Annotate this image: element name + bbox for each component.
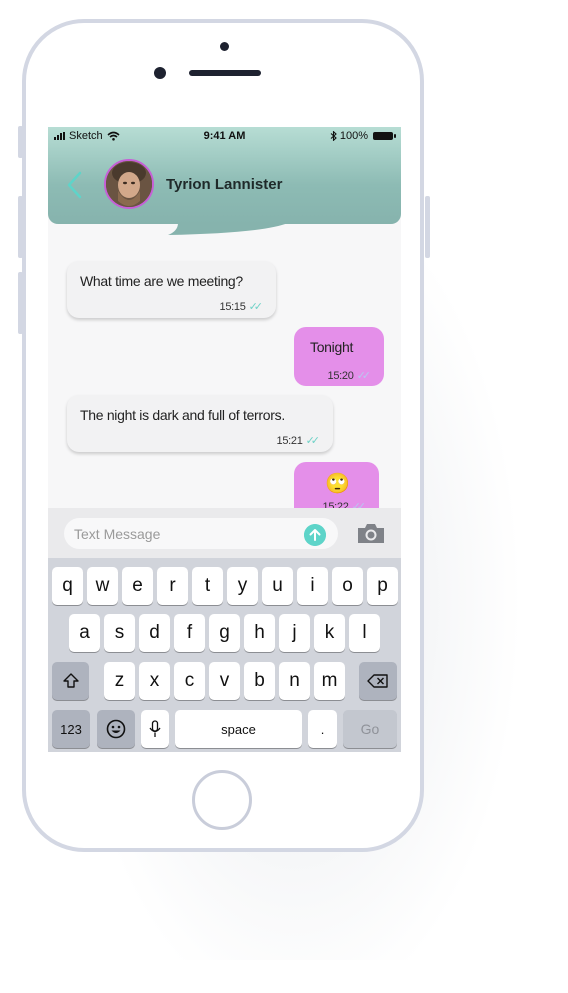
key-s[interactable]: s (104, 614, 135, 652)
home-button[interactable] (192, 770, 252, 830)
key-h[interactable]: h (244, 614, 275, 652)
dictation-key[interactable] (141, 710, 169, 748)
contact-name[interactable]: Tyrion Lannister (166, 176, 282, 193)
key-f[interactable]: f (174, 614, 205, 652)
key-e[interactable]: e (122, 567, 153, 605)
microphone-icon (149, 720, 161, 737)
key-l[interactable]: l (349, 614, 380, 652)
key-c[interactable]: c (174, 662, 205, 700)
go-key[interactable]: Go (343, 710, 397, 748)
back-chevron-icon[interactable] (62, 165, 88, 205)
emoji-key[interactable] (97, 710, 135, 748)
message-time: 15:21 (276, 434, 303, 447)
battery-icon (373, 132, 396, 140)
power-button (425, 196, 430, 258)
message-bubble-incoming[interactable]: What time are we meeting? 15:15 ✓✓ (67, 261, 276, 318)
key-j[interactable]: j (279, 614, 310, 652)
key-q[interactable]: q (52, 567, 83, 605)
key-n[interactable]: n (279, 662, 310, 700)
numbers-key[interactable]: 123 (52, 710, 90, 748)
camera-icon[interactable] (356, 521, 386, 545)
message-text: What time are we meeting? (80, 273, 243, 289)
message-bubble-incoming[interactable]: The night is dark and full of terrors. 1… (67, 395, 333, 452)
message-bubble-outgoing[interactable]: Tonight 15:20 ✓✓ (294, 327, 384, 386)
key-b[interactable]: b (244, 662, 275, 700)
message-text: Tonight (310, 339, 354, 355)
key-k[interactable]: k (314, 614, 345, 652)
phone-screen: Sketch 9:41 AM 100% Tyrion Lannister Wha… (48, 127, 401, 752)
delete-key[interactable] (359, 662, 397, 700)
key-i[interactable]: i (297, 567, 328, 605)
message-time: 15:15 (219, 300, 246, 313)
key-v[interactable]: v (209, 662, 240, 700)
key-p[interactable]: p (367, 567, 398, 605)
header-tail (168, 223, 288, 235)
read-receipt-icon: ✓✓ (248, 301, 264, 313)
key-m[interactable]: m (314, 662, 345, 700)
shift-key[interactable] (52, 662, 89, 700)
space-key[interactable]: space (175, 710, 302, 748)
shift-icon (62, 673, 79, 688)
read-receipt-icon: ✓✓ (305, 435, 321, 447)
key-t[interactable]: t (192, 567, 223, 605)
message-time: 15:20 (327, 369, 354, 382)
key-u[interactable]: u (262, 567, 293, 605)
key-d[interactable]: d (139, 614, 170, 652)
proximity-sensor (220, 42, 229, 51)
contact-avatar[interactable] (104, 159, 154, 209)
key-o[interactable]: o (332, 567, 363, 605)
key-w[interactable]: w (87, 567, 118, 605)
message-input-placeholder: Text Message (74, 526, 161, 542)
earpiece-speaker (189, 70, 261, 76)
message-input[interactable]: Text Message (64, 518, 338, 549)
key-a[interactable]: a (69, 614, 100, 652)
key-g[interactable]: g (209, 614, 240, 652)
avatar-portrait (106, 161, 152, 207)
chat-header: Sketch 9:41 AM 100% Tyrion Lannister (48, 127, 401, 224)
read-receipt-icon: ✓✓ (356, 370, 372, 382)
composer-bar: Text Message (48, 508, 401, 558)
battery-percentage: 100% (339, 130, 368, 142)
key-z[interactable]: z (104, 662, 135, 700)
period-key[interactable]: . (308, 710, 337, 748)
send-arrow-icon[interactable] (304, 524, 326, 546)
emoji-icon (106, 719, 126, 739)
front-camera (154, 67, 166, 79)
key-x[interactable]: x (139, 662, 170, 700)
keyboard: q w e r t y u i o p a s d f g h j k l z … (48, 558, 401, 752)
delete-icon (367, 674, 388, 688)
emoji-message: 🙄 (325, 473, 350, 495)
message-text: The night is dark and full of terrors. (80, 407, 285, 423)
bluetooth-icon (330, 131, 337, 141)
status-bar: Sketch 9:41 AM 100% (48, 127, 401, 145)
key-r[interactable]: r (157, 567, 188, 605)
key-y[interactable]: y (227, 567, 258, 605)
